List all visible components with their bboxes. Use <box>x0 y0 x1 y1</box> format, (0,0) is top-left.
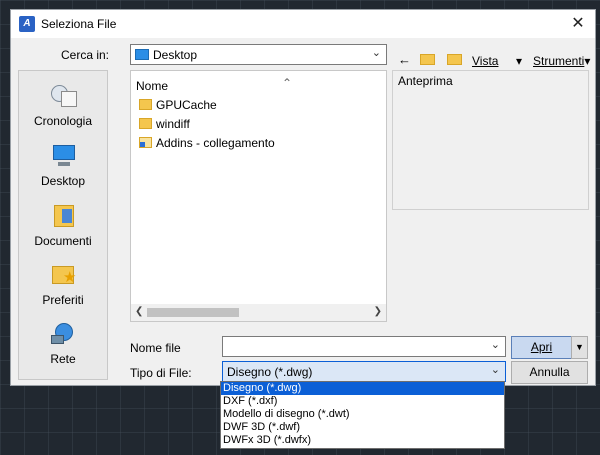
filetype-option-dwg[interactable]: Disegno (*.dwg) <box>221 382 504 395</box>
filetype-value: Disegno (*.dwg) <box>227 365 313 379</box>
tools-dropdown-icon: ▾ <box>584 54 591 68</box>
filetype-combo[interactable]: Disegno (*.dwg) ⌄ <box>222 361 506 382</box>
place-label: Documenti <box>34 234 92 248</box>
folder-icon <box>139 99 152 110</box>
column-header-name[interactable]: Nome ⌃ <box>136 76 292 93</box>
file-name: Addins - collegamento <box>156 136 275 150</box>
places-bar: Cronologia Desktop Documenti ★ Preferiti <box>18 70 108 380</box>
title-bar: A Seleziona File ✕ <box>11 10 595 38</box>
history-icon <box>48 83 78 109</box>
chevron-down-icon[interactable]: ⌄ <box>491 363 500 376</box>
desktop-icon <box>48 143 78 169</box>
close-button[interactable]: ✕ <box>567 13 589 35</box>
cancel-button[interactable]: Annulla <box>511 361 588 384</box>
place-label: Cronologia <box>33 114 93 128</box>
tools-label: Strumenti <box>533 54 585 68</box>
network-icon <box>48 321 78 347</box>
up-folder-icon[interactable] <box>420 54 435 65</box>
filetype-option-dwf[interactable]: DWF 3D (*.dwf) <box>221 421 504 434</box>
place-favorites[interactable]: ★ Preferiti <box>19 262 107 307</box>
open-dropdown-button[interactable]: ▼ <box>571 336 588 359</box>
place-label: Rete <box>50 352 76 366</box>
place-label: Preferiti <box>42 293 84 307</box>
column-header-label: Nome <box>136 79 169 93</box>
preview-label: Anteprima <box>398 74 453 88</box>
filetype-dropdown-list[interactable]: Disegno (*.dwg) DXF (*.dxf) Modello di d… <box>220 381 505 449</box>
new-folder-icon[interactable] <box>447 54 462 65</box>
chevron-down-icon[interactable]: ⌄ <box>491 338 500 351</box>
place-history[interactable]: Cronologia <box>19 83 107 128</box>
preview-panel: Anteprima <box>392 70 589 210</box>
app-logo-icon: A <box>19 16 35 32</box>
place-documents[interactable]: Documenti <box>19 203 107 248</box>
file-name: GPUCache <box>156 98 217 112</box>
file-name: windiff <box>156 117 190 131</box>
open-button-label: Apri <box>530 340 553 354</box>
scroll-left-icon[interactable]: ❮ <box>135 306 143 317</box>
chevron-down-icon: ⌄ <box>371 47 381 59</box>
filename-combo[interactable]: ⌄ <box>222 336 506 357</box>
scroll-thumb[interactable] <box>147 308 239 317</box>
place-label: Desktop <box>40 174 86 188</box>
tools-menu[interactable]: Strumenti▾ <box>533 54 590 68</box>
select-file-dialog: A Seleziona File ✕ Cerca in: Desktop ⌄ ←… <box>10 9 596 386</box>
view-dropdown-icon[interactable]: ▾ <box>516 54 522 68</box>
lookin-combo[interactable]: Desktop ⌄ <box>130 44 387 65</box>
desktop-folder-icon <box>135 49 149 60</box>
sort-ascending-icon: ⌃ <box>282 76 293 90</box>
filetype-option-dxf[interactable]: DXF (*.dxf) <box>221 395 504 408</box>
back-button[interactable]: ← <box>398 52 411 67</box>
favorites-icon: ★ <box>48 262 78 288</box>
documents-icon <box>48 203 78 229</box>
view-menu[interactable]: Vista <box>472 54 498 68</box>
lookin-value: Desktop <box>153 48 198 62</box>
file-list[interactable]: Nome ⌃ GPUCache windiff Addins - collega… <box>130 70 387 322</box>
place-network[interactable]: Rete <box>19 321 107 366</box>
lookin-label: Cerca in: <box>61 48 110 62</box>
filetype-option-dwfx[interactable]: DWFx 3D (*.dwfx) <box>221 434 504 447</box>
folder-icon <box>139 118 152 129</box>
open-button[interactable]: Apri <box>511 336 572 359</box>
scroll-right-icon[interactable]: ❯ <box>374 306 382 317</box>
filetype-option-dwt[interactable]: Modello di disegno (*.dwt) <box>221 408 504 421</box>
shortcut-icon <box>139 137 152 148</box>
horizontal-scrollbar[interactable]: ❮ ❯ <box>131 304 386 321</box>
filename-label: Nome file <box>130 341 181 355</box>
place-desktop[interactable]: Desktop <box>19 143 107 188</box>
dialog-title: Seleziona File <box>41 17 117 31</box>
filetype-label: Tipo di File: <box>130 366 192 380</box>
